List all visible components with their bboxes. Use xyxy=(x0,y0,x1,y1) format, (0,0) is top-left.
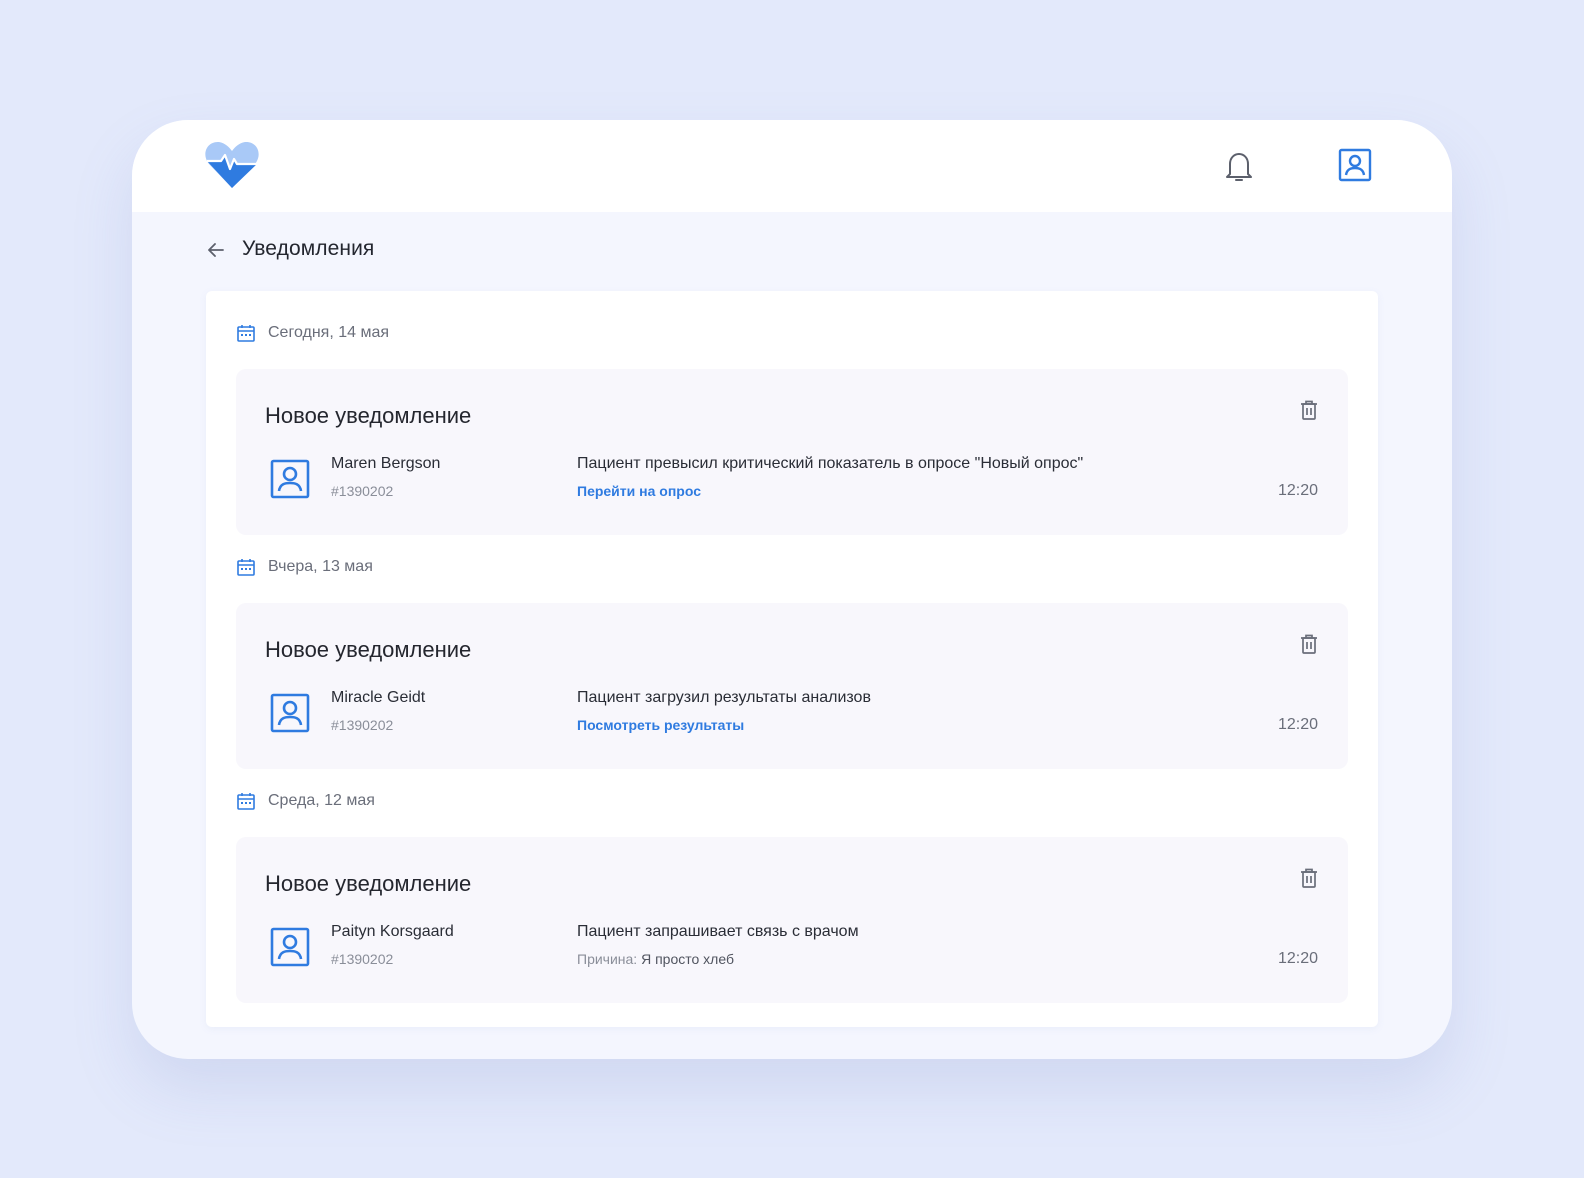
calendar-icon xyxy=(237,793,255,810)
notifications-panel: Сегодня, 14 мая Новое уведомление Maren … xyxy=(206,291,1378,1027)
date-label: Вчера, 13 мая xyxy=(268,558,373,575)
notification-card[interactable]: Новое уведомление Paityn Korsgaard #1390… xyxy=(236,837,1348,1003)
user-profile-icon[interactable] xyxy=(1338,148,1372,182)
notification-title: Новое уведомление xyxy=(265,871,472,896)
bell-icon[interactable] xyxy=(1224,150,1254,184)
date-label: Среда, 12 мая xyxy=(268,792,375,809)
notification-card[interactable]: Новое уведомление Miracle Geidt #1390202… xyxy=(236,603,1348,769)
patient-id: #1390202 xyxy=(331,717,394,733)
patient-name: Miracle Geidt xyxy=(331,689,426,706)
notification-message: Пациент загрузил результаты анализов xyxy=(577,689,871,706)
trash-icon[interactable] xyxy=(1298,399,1320,421)
notification-time: 12:20 xyxy=(1277,482,1318,499)
patient-avatar-icon xyxy=(270,693,310,733)
heart-pulse-logo[interactable] xyxy=(204,140,260,190)
patient-id: #1390202 xyxy=(331,483,394,499)
go-to-survey-link[interactable]: Перейти на опрос xyxy=(577,483,701,499)
date-label: Сегодня, 14 мая xyxy=(268,324,390,341)
top-bar xyxy=(132,120,1452,212)
calendar-icon xyxy=(237,559,255,576)
patient-name: Maren Bergson xyxy=(331,455,441,472)
patient-id: #1390202 xyxy=(331,951,394,967)
reason-label: Причина: xyxy=(577,951,638,967)
request-reason: Причина: Я просто хлеб xyxy=(577,951,734,967)
trash-icon[interactable] xyxy=(1298,633,1320,655)
calendar-icon xyxy=(237,325,255,342)
page-title: Уведомления xyxy=(242,237,375,260)
notification-title: Новое уведомление xyxy=(265,637,472,662)
trash-icon[interactable] xyxy=(1298,867,1320,889)
view-results-link[interactable]: Посмотреть результаты xyxy=(577,717,744,733)
notification-message: Пациент превысил критический показатель … xyxy=(577,455,1084,472)
arrow-left-icon[interactable] xyxy=(206,240,226,260)
app-window: Уведомления Сегодня, 14 мая Новое уведом… xyxy=(132,120,1452,1059)
notification-title: Новое уведомление xyxy=(265,403,472,428)
notification-time: 12:20 xyxy=(1277,950,1318,967)
date-header: Сегодня, 14 мая xyxy=(236,321,389,345)
notification-card[interactable]: Новое уведомление Maren Bergson #1390202… xyxy=(236,369,1348,535)
notification-time: 12:20 xyxy=(1277,716,1318,733)
reason-value: Я просто хлеб xyxy=(641,951,734,967)
notification-message: Пациент запрашивает связь с врачом xyxy=(577,923,859,940)
patient-name: Paityn Korsgaard xyxy=(331,923,454,940)
date-header: Вчера, 13 мая xyxy=(236,555,373,579)
date-header: Среда, 12 мая xyxy=(236,789,375,813)
patient-avatar-icon xyxy=(270,459,310,499)
patient-avatar-icon xyxy=(270,927,310,967)
